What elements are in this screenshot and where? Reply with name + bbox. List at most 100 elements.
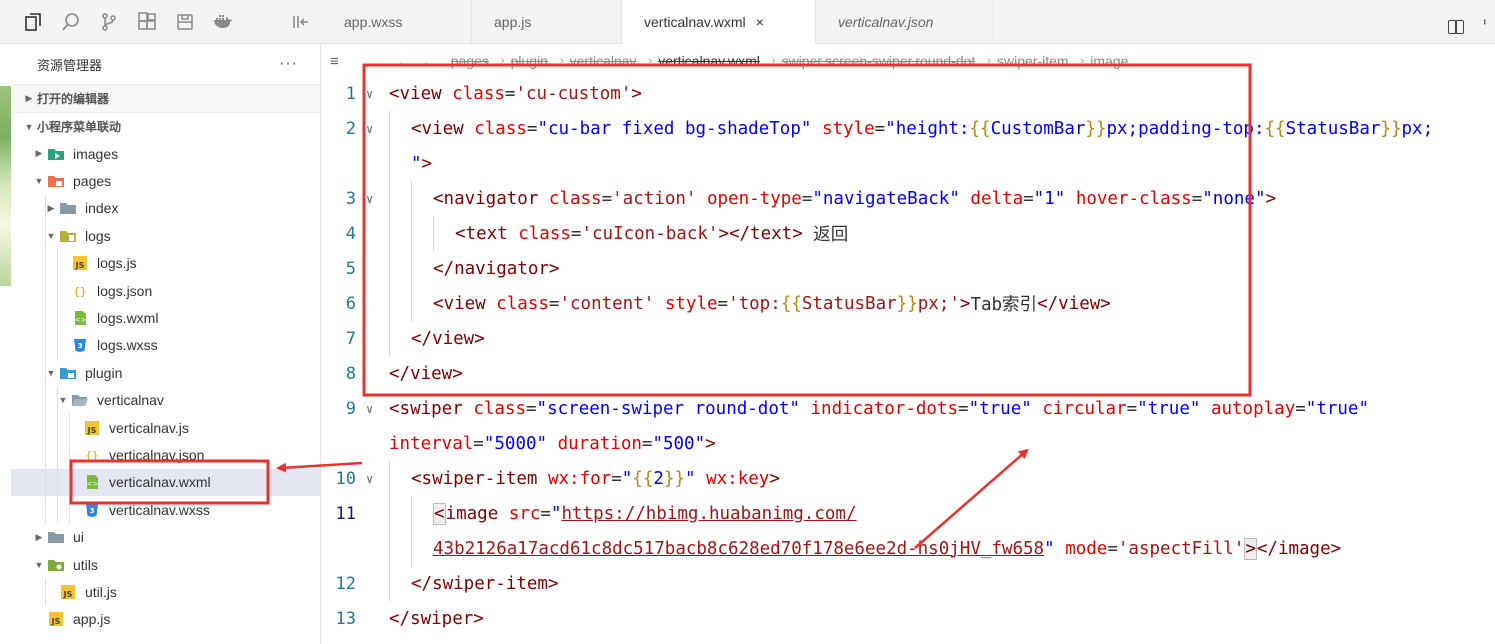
code-token: = <box>1023 188 1034 209</box>
fold-chevron-icon[interactable]: ∨ <box>366 192 373 206</box>
code-token: StatusBar <box>1285 118 1381 139</box>
tab-app-js[interactable]: JSapp.js <box>472 0 622 44</box>
tree-item-verticalnav-wxml[interactable]: <> verticalnav.wxml <box>11 468 320 497</box>
tree-item-ui[interactable]: ▶ ui <box>11 523 320 550</box>
close-icon[interactable]: × <box>756 14 764 30</box>
code-line[interactable]: 7 </view> <box>322 321 1495 356</box>
breadcrumb-item[interactable]: swiper.screen-swiper.round-dot <box>782 53 976 69</box>
code-line[interactable]: 5 </navigator> <box>322 251 1495 286</box>
code-token: px; <box>1401 118 1434 139</box>
outline-list-icon[interactable]: ≡ <box>330 53 339 70</box>
code-token: 'aspectFill' <box>1117 538 1245 559</box>
tab-verticalnav-json[interactable]: {}verticalnav.json <box>816 0 994 44</box>
source-control-icon[interactable] <box>98 11 120 33</box>
extensions-icon[interactable] <box>136 11 158 33</box>
breadcrumb-item[interactable]: verticalnav.wxml <box>658 53 760 69</box>
indent-guide <box>389 286 390 321</box>
chevron-right-icon[interactable]: ▶ <box>31 148 47 159</box>
explorer-icon[interactable] <box>22 11 44 33</box>
code-token: <view <box>433 293 486 314</box>
chevron-right-icon: › <box>559 55 564 67</box>
breadcrumb-item[interactable]: pages <box>451 53 489 69</box>
line-number: 3 <box>345 188 356 209</box>
tree-item-index[interactable]: ▶ index <box>11 194 320 223</box>
chevron-right-icon[interactable]: ▶ <box>31 532 47 543</box>
code-token: = <box>548 293 560 314</box>
tree-item-label: images <box>73 145 119 162</box>
more-actions-icon[interactable]: ··· <box>279 55 298 73</box>
background-thumbnail <box>0 86 11 286</box>
activity-bar <box>0 0 262 44</box>
tree-item-logs-js[interactable]: JS logs.js <box>11 249 320 277</box>
code-token: "screen-swiper round-dot" <box>536 398 800 419</box>
tree-item-images[interactable]: ▶ images <box>11 140 320 167</box>
tab-more-icon[interactable]: ··· <box>1478 18 1494 23</box>
fold-chevron-icon[interactable]: ∨ <box>366 122 373 136</box>
chevron-down-icon[interactable]: ▼ <box>31 176 47 186</box>
line-number: 1 <box>345 83 356 104</box>
breadcrumb-item[interactable]: plugin <box>511 53 548 69</box>
code-token: <view <box>411 118 464 139</box>
code-line[interactable]: 11 < image src = " https://hbimg.huabanimg.co… <box>322 496 1495 531</box>
forward-arrow-icon[interactable]: → <box>417 53 431 69</box>
search-icon[interactable] <box>60 11 82 33</box>
code-token: indicator-dots <box>810 398 959 419</box>
code-line[interactable]: 8 </view> <box>322 356 1495 391</box>
tree-item-util-js[interactable]: JS util.js <box>11 578 320 606</box>
tree-item-verticalnav-js[interactable]: JS verticalnav.js <box>11 413 320 442</box>
tab-verticalnav-wxml[interactable]: <>verticalnav.wxml× <box>622 0 816 44</box>
open-editors-section[interactable]: ▶ 打开的编辑器 <box>11 84 320 112</box>
js-file-icon: JS <box>47 611 65 627</box>
tree-item-verticalnav[interactable]: ▼ verticalnav <box>11 386 320 414</box>
collapse-sidebar-button[interactable] <box>262 0 322 44</box>
code-line[interactable]: 9 ∨ <swiper class = "screen-swiper round-dot… <box>322 391 1495 426</box>
line-number: 2 <box>345 118 356 139</box>
indent-guide <box>389 216 390 251</box>
tree-item-plugin[interactable]: ▼ plugin <box>11 359 320 387</box>
chevron-down-icon[interactable]: ▼ <box>31 560 47 570</box>
breadcrumb-item[interactable]: verticalnav <box>570 53 637 69</box>
tab-app-wxss[interactable]: 3app.wxss <box>322 0 472 44</box>
tab-label: app.wxss <box>344 14 403 30</box>
code-line[interactable]: interval = "5000" duration = "500" > <box>322 426 1495 461</box>
code-token: }} <box>1085 118 1107 139</box>
code-line[interactable]: 2 ∨ <view class = "cu-bar fixed bg-shadeTop"… <box>322 111 1495 146</box>
storage-icon[interactable] <box>174 11 196 33</box>
code-line[interactable]: 13 </swiper> <box>322 601 1495 636</box>
tree-item-verticalnav-wxss[interactable]: 3 verticalnav.wxss <box>11 496 320 524</box>
tree-item-logs[interactable]: ▼ logs <box>11 222 320 250</box>
code-token: {{ <box>632 468 654 489</box>
code-line[interactable]: 6 <view class ='content' style ='top:{{Stat… <box>322 286 1495 321</box>
fold-chevron-icon[interactable]: ∨ <box>366 402 373 416</box>
tree-item-logs-wxss[interactable]: 3 logs.wxss <box>11 331 320 360</box>
split-editor-icon[interactable] <box>1448 20 1464 34</box>
code-line[interactable]: 10 ∨ <swiper-item wx:for = "{{2}} " wx:key > <box>322 461 1495 496</box>
tree-item-verticalnav-json[interactable]: {} verticalnav.json <box>11 441 320 469</box>
code-line[interactable]: 43b2126a17acd61c8dc517bacb8c628ed70f178e… <box>322 531 1495 566</box>
breadcrumb-item[interactable]: swiper-item <box>997 53 1069 69</box>
code-token: = <box>801 188 813 209</box>
code-token: > <box>1244 537 1257 560</box>
tree-item-utils[interactable]: ▼ utils <box>11 551 320 578</box>
code-token: 43b2126a17acd61c8dc517bacb8c628ed70f178e… <box>433 538 1045 559</box>
collapse-panel-icon[interactable] <box>292 14 310 30</box>
code-line[interactable]: 1 ∨ <view class ='cu-custom' > <box>322 76 1495 111</box>
code-line[interactable]: 12 </swiper-item> <box>322 566 1495 601</box>
fold-chevron-icon[interactable]: ∨ <box>366 87 373 101</box>
tree-item-logs-json[interactable]: {} logs.json <box>11 276 320 305</box>
code-line[interactable]: 4 <text class ='cuIcon-back' ></text> 返回 <box>322 216 1495 251</box>
code-editor[interactable]: 1 ∨ <view class ='cu-custom' >2 ∨ <view class =… <box>322 76 1495 644</box>
back-arrow-icon[interactable]: ← <box>397 53 411 69</box>
project-section[interactable]: ▼ 小程序菜单联动 <box>11 112 320 140</box>
tree-item-logs-wxml[interactable]: <> logs.wxml <box>11 304 320 332</box>
code-line[interactable]: 3 ∨ <navigator class ='action' open-type = "n… <box>322 181 1495 216</box>
fold-chevron-icon[interactable]: ∨ <box>366 472 373 486</box>
code-text: </swiper-item> <box>411 566 559 601</box>
tree-item-app-js[interactable]: JS app.js <box>11 606 320 633</box>
breadcrumb-item[interactable]: image <box>1090 53 1128 69</box>
code-token: </swiper> <box>389 608 484 629</box>
docker-icon[interactable] <box>212 11 234 33</box>
tree-item-pages[interactable]: ▼ pages <box>11 167 320 194</box>
code-line[interactable]: " > <box>322 146 1495 181</box>
